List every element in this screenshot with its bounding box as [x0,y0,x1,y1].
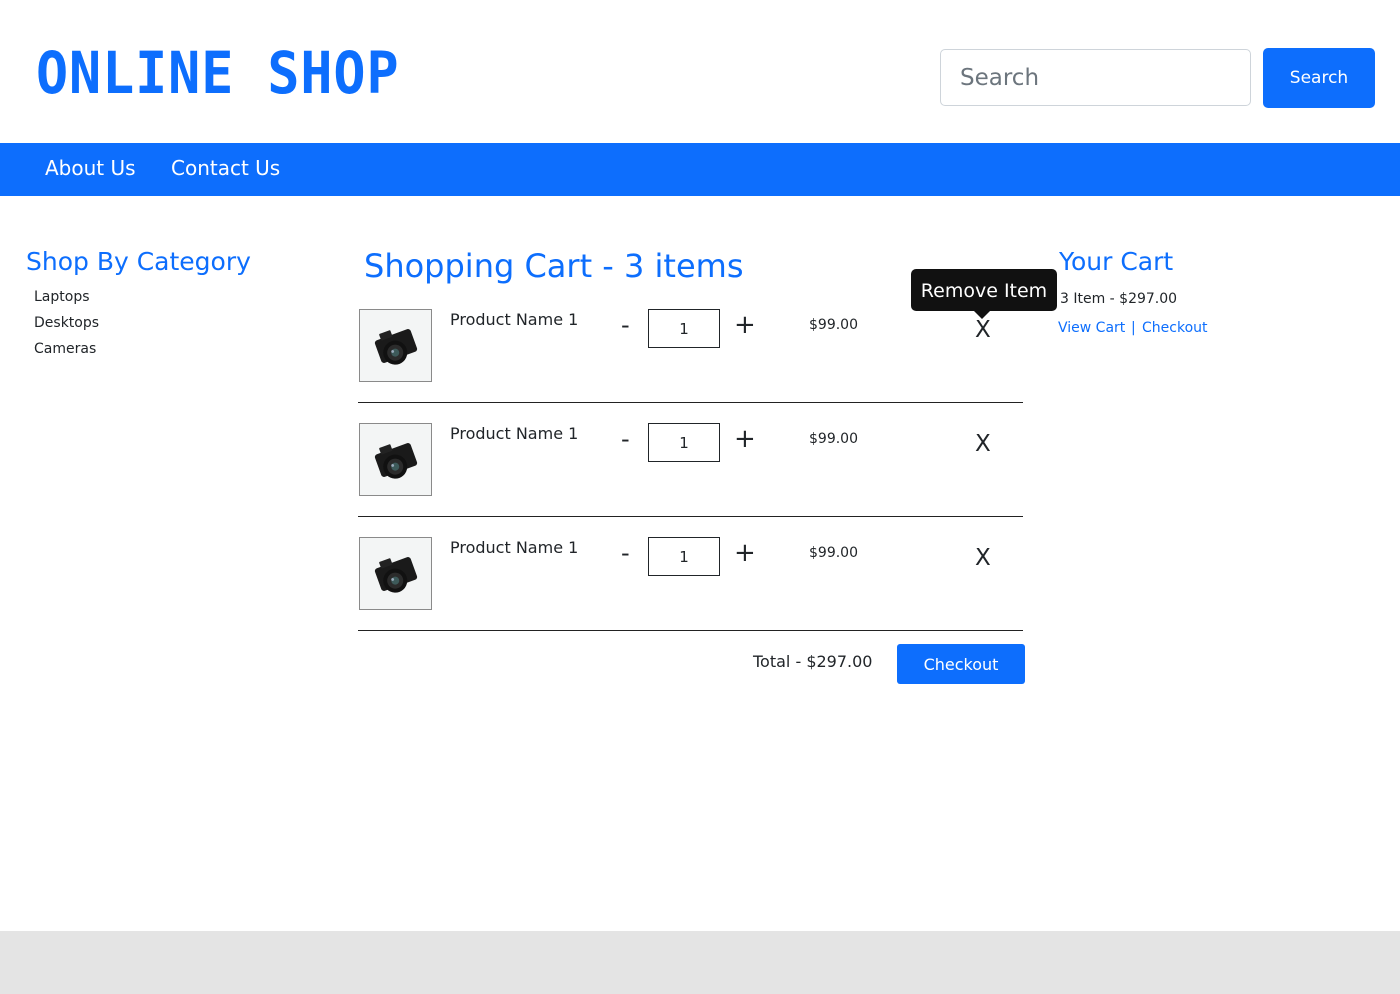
category-heading: Shop By Category [26,247,251,276]
camera-image [359,309,432,382]
main-navbar: About Us Contact Us [0,143,1400,196]
cart-row: Product Name 1 - + $99.00 X [358,423,1023,537]
increase-quantity-button[interactable]: + [734,310,756,340]
item-price: $99.00 [809,317,858,333]
remove-item-button[interactable]: X [975,317,991,343]
product-name[interactable]: Product Name 1 [450,310,578,329]
remove-item-button[interactable]: X [975,431,991,457]
increase-quantity-button[interactable]: + [734,424,756,454]
tooltip-arrow [974,311,990,319]
camera-image [359,537,432,610]
decrease-quantity-button[interactable]: - [621,311,630,339]
row-divider [358,630,1023,631]
your-cart-heading: Your Cart [1059,247,1174,276]
category-cameras[interactable]: Cameras [34,341,96,357]
remove-item-button[interactable]: X [975,545,991,571]
decrease-quantity-button[interactable]: - [621,539,630,567]
increase-quantity-button[interactable]: + [734,538,756,568]
cart-summary-text: 3 Item - $297.00 [1060,291,1178,307]
item-price: $99.00 [809,431,858,447]
category-desktops[interactable]: Desktops [34,315,99,331]
item-price: $99.00 [809,545,858,561]
cart-row: Product Name 1 - + $99.00 X [358,537,1023,651]
camera-icon [374,329,418,365]
row-divider [358,516,1023,517]
row-divider [358,402,1023,403]
nav-contact-us[interactable]: Contact Us [171,143,280,193]
summary-checkout-link[interactable]: Checkout [1142,320,1208,336]
page: ONLINE SHOP Search About Us Contact Us S… [0,0,1400,994]
link-separator: | [1131,320,1136,336]
cart-row: Product Name 1 - + $99.00 X [358,309,1023,423]
page-footer [0,931,1400,994]
view-cart-link[interactable]: View Cart [1058,320,1125,336]
product-name[interactable]: Product Name 1 [450,538,578,557]
checkout-button[interactable]: Checkout [897,644,1025,684]
remove-item-tooltip: Remove Item [911,269,1057,311]
camera-image [359,423,432,496]
camera-icon [374,443,418,479]
quantity-input[interactable] [648,537,720,576]
quantity-input[interactable] [648,309,720,348]
category-laptops[interactable]: Laptops [34,289,90,305]
decrease-quantity-button[interactable]: - [621,425,630,453]
cart-title: Shopping Cart - 3 items [364,247,744,285]
nav-about-us[interactable]: About Us [45,143,136,193]
shop-logo[interactable]: ONLINE SHOP [36,38,400,108]
cart-total: Total - $297.00 [753,652,873,671]
search-button[interactable]: Search [1263,48,1375,108]
search-input[interactable] [940,49,1251,106]
quantity-input[interactable] [648,423,720,462]
camera-icon [374,557,418,593]
product-name[interactable]: Product Name 1 [450,424,578,443]
